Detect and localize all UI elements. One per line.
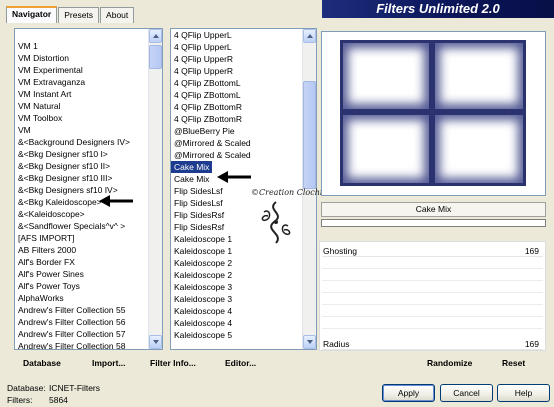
filter-item[interactable]: 4 QFlip UpperL xyxy=(171,41,316,53)
category-item[interactable]: VM 1 xyxy=(15,40,162,52)
filter-item[interactable]: Cake Mix xyxy=(171,161,213,173)
scroll-down-button[interactable] xyxy=(149,335,162,349)
scroll-up-button[interactable] xyxy=(303,29,316,43)
slider-label: Radius xyxy=(323,339,350,349)
filter-item[interactable]: Kaleidoscope 3 xyxy=(171,293,316,305)
category-item[interactable]: Andrew's Filter Collection 55 xyxy=(15,304,162,316)
filter-item[interactable]: 4 QFlip UpperR xyxy=(171,53,316,65)
category-item[interactable]: Andrew's Filter Collection 57 xyxy=(15,328,162,340)
tab-strip: Navigator Presets About xyxy=(6,6,135,23)
right-pointer-arrow-icon xyxy=(217,171,251,183)
filters-label: Filters: xyxy=(7,395,33,405)
help-button[interactable]: Help xyxy=(497,384,550,402)
filter-item[interactable]: @BlueBerry Pie xyxy=(171,125,316,137)
filter-item[interactable]: 4 QFlip UpperR xyxy=(171,65,316,77)
category-item[interactable]: VM Experimental xyxy=(15,64,162,76)
randomize-button[interactable]: Randomize xyxy=(427,356,472,371)
filter-progress-bar xyxy=(321,219,546,227)
filter-item[interactable]: Kaleidoscope 4 xyxy=(171,305,316,317)
category-item[interactable]: &<Bkg Designer sf10 I> xyxy=(15,148,162,160)
empty-slider-row xyxy=(322,281,543,293)
category-item[interactable]: VM Toolbox xyxy=(15,112,162,124)
filter-item[interactable]: Kaleidoscope 2 xyxy=(171,257,316,269)
database-button[interactable]: Database xyxy=(23,356,61,371)
category-item[interactable]: [AFS IMPORT] xyxy=(15,232,162,244)
category-item[interactable]: Alf's Power Sines xyxy=(15,268,162,280)
filter-item[interactable]: Kaleidoscope 3 xyxy=(171,281,316,293)
slider-value: 169 xyxy=(524,246,539,256)
empty-slider-row xyxy=(322,257,543,269)
filter-item[interactable]: @Mirrored & Scaled xyxy=(171,137,316,149)
scroll-thumb[interactable] xyxy=(149,45,162,69)
category-item[interactable]: &<Background Designers IV> xyxy=(15,136,162,148)
category-item[interactable]: VM Natural xyxy=(15,100,162,112)
filter-preview xyxy=(321,31,546,196)
category-item[interactable]: Andrew's Filter Collection 58 xyxy=(15,340,162,349)
scroll-thumb[interactable] xyxy=(303,81,316,189)
category-item[interactable]: &<Bkg Kaleidoscope> xyxy=(15,196,162,208)
slider-radius[interactable]: Radius 169 xyxy=(322,338,543,350)
database-label: Database: xyxy=(7,383,46,393)
app-title-banner: Filters Unlimited 2.0 xyxy=(322,0,554,18)
slider-value: 169 xyxy=(524,339,539,349)
cancel-button[interactable]: Cancel xyxy=(440,384,493,402)
filter-item[interactable]: 4 QFlip UpperL xyxy=(171,29,316,41)
watermark-ornament-icon xyxy=(261,201,291,244)
watermark-text: ©Creation Clochi xyxy=(251,188,323,197)
filter-name-label: Cake Mix xyxy=(321,202,546,217)
left-pointer-arrow-icon xyxy=(99,195,133,207)
category-scrollbar[interactable] xyxy=(148,29,162,349)
parameter-panel: Ghosting 169 Radius 169 xyxy=(319,241,546,351)
category-item[interactable]: AlphaWorks xyxy=(15,292,162,304)
tab-presets[interactable]: Presets xyxy=(58,7,100,23)
filter-item[interactable]: 4 QFlip ZBottomR xyxy=(171,113,316,125)
import-button[interactable]: Import... xyxy=(92,356,126,371)
filter-item[interactable]: Kaleidoscope 2 xyxy=(171,269,316,281)
category-item[interactable]: AB Filters 2000 xyxy=(15,244,162,256)
filter-item[interactable]: Kaleidoscope 5 xyxy=(171,329,316,341)
apply-button[interactable]: Apply xyxy=(382,384,435,402)
reset-button[interactable]: Reset xyxy=(502,356,525,371)
scroll-up-button[interactable] xyxy=(149,29,162,43)
category-item[interactable]: Andrew's Filter Collection 56 xyxy=(15,316,162,328)
editor-button[interactable]: Editor... xyxy=(225,356,256,371)
category-item[interactable]: &<Sandflower Specials^v^ > xyxy=(15,220,162,232)
tab-navigator[interactable]: Navigator xyxy=(6,6,58,23)
filter-item[interactable]: @Mirrored & Scaled xyxy=(171,149,316,161)
empty-slider-row xyxy=(322,305,543,317)
tab-about[interactable]: About xyxy=(100,7,135,23)
filters-value: 5864 xyxy=(49,395,68,405)
slider-ghosting[interactable]: Ghosting 169 xyxy=(322,245,543,257)
category-list[interactable]: VM 1 VM Distortion VM Experimental VM Extra… xyxy=(14,28,163,350)
category-item[interactable]: VM Extravaganza xyxy=(15,76,162,88)
category-item[interactable]: &<Bkg Designers sf10 IV> xyxy=(15,184,162,196)
category-item[interactable]: Alf's Power Toys xyxy=(15,280,162,292)
filter-item[interactable]: 4 QFlip ZBottomL xyxy=(171,77,316,89)
category-item[interactable]: VM Distortion xyxy=(15,52,162,64)
scroll-down-button[interactable] xyxy=(303,335,316,349)
filter-item[interactable]: 4 QFlip ZBottomR xyxy=(171,101,316,113)
category-item[interactable]: VM xyxy=(15,124,162,136)
category-item[interactable]: &<Bkg Designer sf10 II> xyxy=(15,160,162,172)
category-item[interactable]: &<Kaleidoscope> xyxy=(15,208,162,220)
category-item[interactable]: VM Instant Art xyxy=(15,88,162,100)
filters-info: Filters: 5864 xyxy=(7,395,68,405)
empty-slider-row xyxy=(322,269,543,281)
empty-slider-row xyxy=(322,317,543,329)
database-info: Database: ICNET-Filters xyxy=(7,383,100,393)
category-item[interactable]: Alf's Border FX xyxy=(15,256,162,268)
filter-item[interactable]: 4 QFlip ZBottomL xyxy=(171,89,316,101)
category-item[interactable]: &<Bkg Designer sf10 III> xyxy=(15,172,162,184)
filter-info-button[interactable]: Filter Info... xyxy=(150,356,196,371)
empty-slider-row xyxy=(322,293,543,305)
database-value: ICNET-Filters xyxy=(49,383,100,393)
filter-item[interactable]: Kaleidoscope 4 xyxy=(171,317,316,329)
filter-item[interactable]: Kaleidoscope 1 xyxy=(171,245,316,257)
slider-label: Ghosting xyxy=(323,246,358,256)
